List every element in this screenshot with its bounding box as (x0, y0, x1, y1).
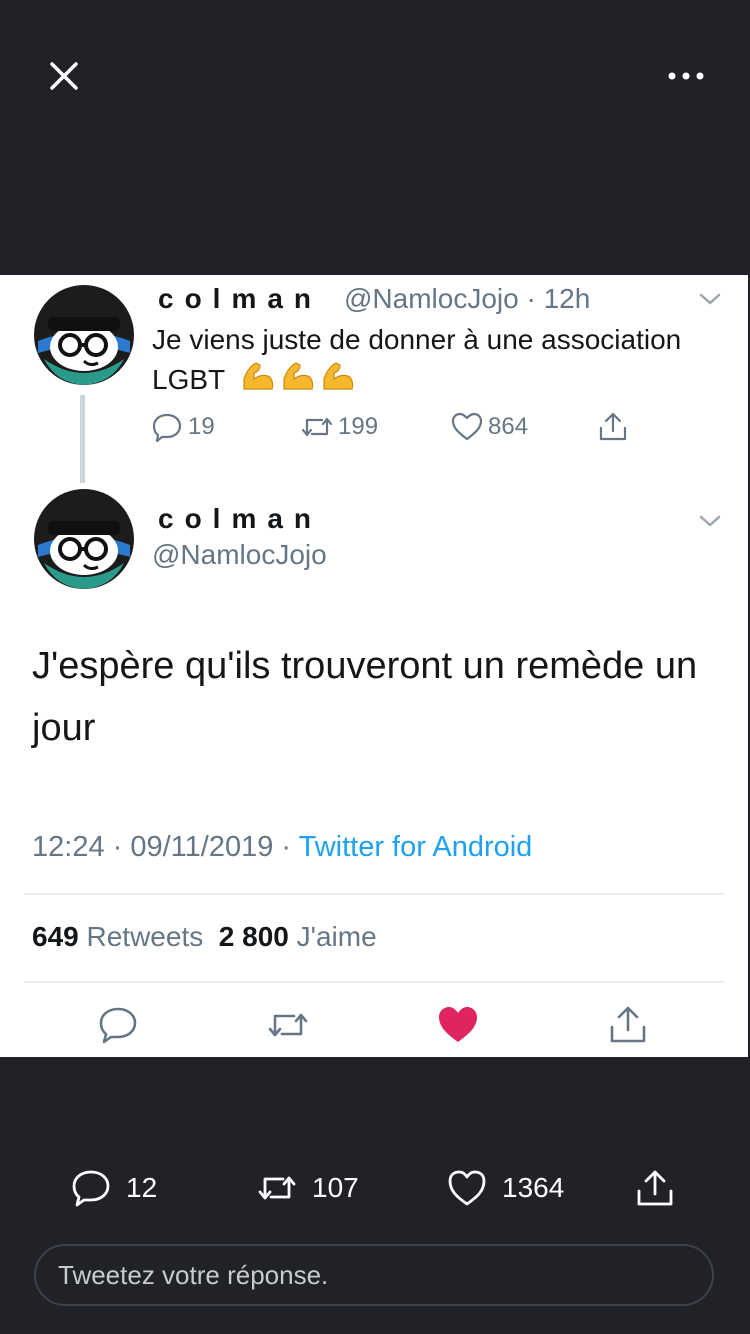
quoted-display-name: colman (158, 283, 323, 314)
tweet-screenshot-image: colman @NamlocJojo · 12h Je viens juste … (0, 275, 748, 1057)
quoted-time: · 12h (526, 283, 591, 314)
close-icon (50, 62, 78, 90)
thread-connector (80, 395, 85, 483)
divider (24, 893, 724, 895)
quoted-tweet-actions: 19 199 864 (150, 409, 650, 445)
like-button[interactable]: 1364 (446, 1160, 564, 1216)
quoted-reply-count: 19 (188, 413, 215, 440)
quoted-retweet-button[interactable]: 199 (300, 409, 378, 445)
reply-icon (72, 1170, 110, 1207)
tweet-meta: 12:24 · 09/11/2019 · Twitter for Android (32, 831, 532, 864)
retweet-button[interactable]: 107 (256, 1160, 359, 1216)
quoted-like-button[interactable]: 864 (450, 409, 528, 445)
quoted-like-count: 864 (488, 413, 529, 440)
avatar (34, 489, 134, 589)
share-icon (599, 412, 627, 441)
tweet-source-link: Twitter for Android (298, 831, 533, 863)
heart-icon (451, 412, 483, 441)
main-handle: @NamlocJojo (152, 539, 327, 570)
divider (24, 981, 724, 983)
reply-button[interactable]: 12 (70, 1160, 157, 1216)
share-icon (637, 1170, 673, 1206)
chevron-down-icon (699, 293, 721, 305)
quoted-tweet-text: Je viens juste de donner à une associati… (152, 320, 712, 399)
like-count-bottom: 1364 (502, 1172, 565, 1203)
retweet-icon (301, 417, 333, 437)
heart-filled-icon (439, 1007, 477, 1042)
quoted-tweet-body: Je viens juste de donner à une associati… (152, 324, 682, 395)
reply-count: 12 (126, 1172, 158, 1203)
main-display-name: colman (158, 503, 323, 534)
share-icon (610, 1006, 646, 1043)
top-bar (0, 0, 750, 150)
like-label: J'aime (296, 921, 377, 952)
share-button[interactable] (634, 1160, 690, 1216)
more-options-button[interactable] (664, 64, 708, 88)
quoted-retweet-count: 199 (338, 413, 379, 440)
retweet-label: Retweets (86, 921, 204, 952)
reply-icon (152, 413, 182, 443)
quoted-share-button[interactable] (596, 409, 634, 445)
tweet-action-bar: 12 107 1364 (0, 1160, 750, 1216)
quoted-reply-button[interactable]: 19 (150, 409, 215, 445)
close-button[interactable] (46, 58, 82, 94)
retweet-count-bottom: 107 (312, 1172, 359, 1203)
chevron-down-icon (699, 515, 721, 527)
retweet-count: 649 (32, 921, 79, 952)
quoted-handle: @NamlocJojo (344, 283, 519, 314)
more-horizontal-icon (668, 72, 704, 80)
retweet-icon (258, 1176, 296, 1200)
quoted-handle-time: @NamlocJojo · 12h (344, 283, 590, 315)
avatar (34, 285, 134, 385)
reply-icon (99, 1007, 137, 1044)
retweet-icon (268, 1013, 308, 1037)
main-tweet-actions (0, 993, 748, 1053)
flexed-biceps-emoji (243, 362, 354, 390)
reply-input[interactable] (34, 1244, 714, 1306)
like-count: 2 800 (218, 921, 289, 952)
main-tweet-text: J'espère qu'ils trouveront un remède un … (32, 645, 698, 749)
heart-icon (448, 1170, 486, 1206)
tweet-timestamp: 12:24 · 09/11/2019 · (32, 831, 299, 863)
engagement-counts: 649 Retweets 2 800 J'aime (32, 921, 377, 953)
